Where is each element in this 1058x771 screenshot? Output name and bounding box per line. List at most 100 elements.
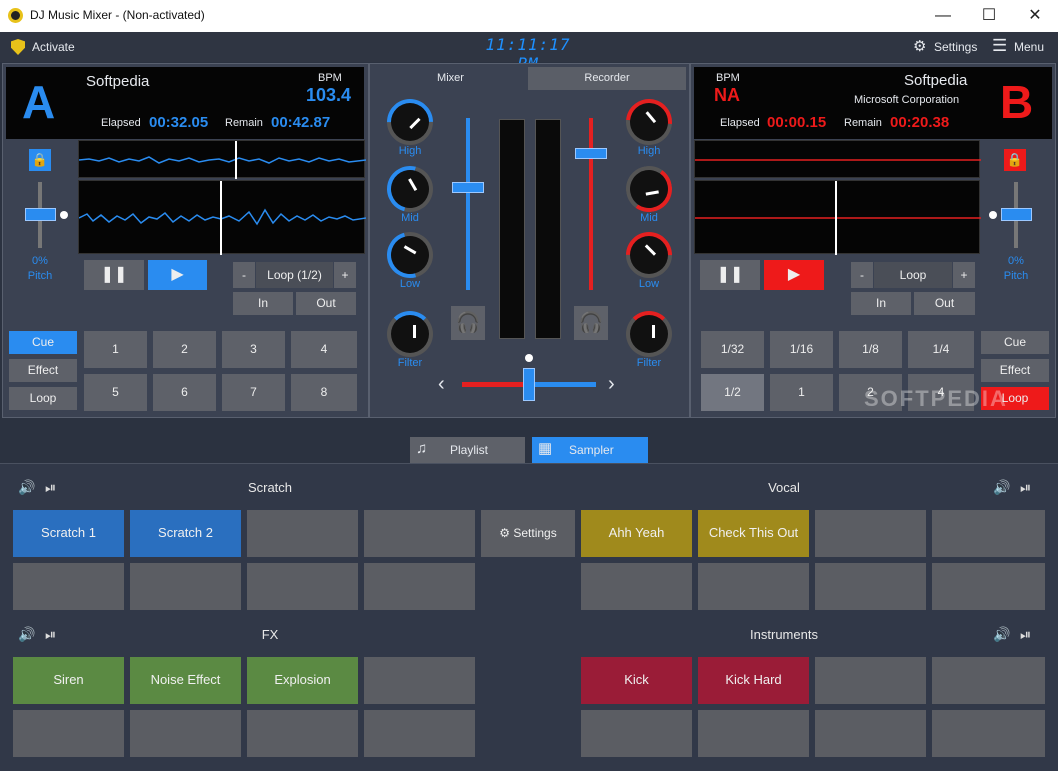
mode-cue-b[interactable]: Cue	[981, 331, 1049, 354]
vocal-pad-3[interactable]	[815, 510, 926, 557]
instrument-pad-4[interactable]	[932, 657, 1045, 704]
crossfader-handle[interactable]	[523, 368, 535, 401]
play-button-a[interactable]: ▶	[148, 260, 207, 290]
speaker-icon[interactable]: 🔊	[18, 626, 35, 643]
knob-high-b[interactable]	[616, 89, 682, 155]
speaker-icon[interactable]: 🔊	[993, 479, 1010, 496]
loop-in-a[interactable]: In	[233, 292, 293, 315]
vocal-pad-8[interactable]	[932, 563, 1045, 610]
mode-cue-a[interactable]: Cue	[9, 331, 77, 354]
loop-out-a[interactable]: Out	[296, 292, 356, 315]
maximize-button[interactable]: ☐	[966, 0, 1012, 32]
loop-minus-a[interactable]: -	[233, 262, 255, 288]
deck-b-overview-waveform[interactable]	[694, 140, 981, 178]
pitch-slider-a[interactable]	[25, 208, 56, 221]
knob-filter-b[interactable]	[626, 311, 672, 357]
scratch-pad-2[interactable]: Scratch 2	[130, 510, 241, 557]
loop-minus-b[interactable]: -	[851, 262, 873, 288]
pitch-slider-b[interactable]	[1001, 208, 1032, 221]
mode-effect-b[interactable]: Effect	[981, 359, 1049, 382]
instrument-pad-8[interactable]	[932, 710, 1045, 757]
fx-pad-1[interactable]: Siren	[13, 657, 124, 704]
vocal-pad-5[interactable]	[581, 563, 692, 610]
scratch-pad-1[interactable]: Scratch 1	[13, 510, 124, 557]
play-pause-icon[interactable]: ⏯	[45, 479, 56, 496]
vocal-pad-7[interactable]	[815, 563, 926, 610]
loop-plus-a[interactable]: +	[334, 262, 356, 288]
pause-button-b[interactable]: ❚❚	[700, 260, 760, 290]
mode-loop-a[interactable]: Loop	[9, 387, 77, 410]
knob-mid-b[interactable]	[622, 162, 676, 216]
instrument-pad-2[interactable]: Kick Hard	[698, 657, 809, 704]
knob-high-a[interactable]	[377, 89, 443, 155]
fx-pad-2[interactable]: Noise Effect	[130, 657, 241, 704]
tab-recorder[interactable]: Recorder	[528, 67, 686, 90]
scratch-pad-6[interactable]	[130, 563, 241, 610]
mode-effect-a[interactable]: Effect	[9, 359, 77, 382]
lock-icon-b[interactable]: 🔒	[1004, 149, 1026, 171]
hotcue-a-4[interactable]: 4	[291, 331, 357, 368]
scratch-pad-7[interactable]	[247, 563, 358, 610]
minimize-button[interactable]: —	[920, 0, 966, 32]
vocal-pad-2[interactable]: Check This Out	[698, 510, 809, 557]
knob-low-b[interactable]	[616, 222, 682, 288]
hotcue-a-8[interactable]: 8	[291, 374, 357, 411]
deck-b-main-waveform[interactable]	[694, 180, 981, 255]
hotcue-a-1[interactable]: 1	[84, 331, 147, 368]
play-pause-icon[interactable]: ⏯	[45, 626, 56, 643]
knob-mid-a[interactable]	[378, 157, 442, 221]
loop-out-b[interactable]: Out	[914, 292, 975, 315]
hotcue-a-3[interactable]: 3	[222, 331, 285, 368]
tab-playlist[interactable]: ♫ Playlist	[410, 437, 525, 463]
lock-icon[interactable]: 🔒	[29, 149, 51, 171]
loop-pad-b-1[interactable]: 1/32	[701, 331, 764, 368]
instrument-pad-5[interactable]	[581, 710, 692, 757]
loop-in-b[interactable]: In	[851, 292, 911, 315]
knob-low-a[interactable]	[378, 223, 442, 287]
chevron-left-icon[interactable]: ‹	[438, 373, 445, 396]
tab-sampler[interactable]: ▦ Sampler	[532, 437, 648, 463]
play-pause-icon[interactable]: ⏯	[1020, 626, 1031, 643]
hotcue-a-2[interactable]: 2	[153, 331, 216, 368]
headphones-b-icon[interactable]: 🎧	[574, 306, 608, 340]
loop-label-b[interactable]: Loop	[874, 262, 952, 288]
close-button[interactable]: ✕	[1012, 0, 1058, 32]
fx-pad-3[interactable]: Explosion	[247, 657, 358, 704]
vocal-pad-1[interactable]: Ahh Yeah	[581, 510, 692, 557]
instrument-pad-6[interactable]	[698, 710, 809, 757]
sampler-settings-button[interactable]: ⚙ Settings	[481, 510, 575, 557]
instrument-pad-1[interactable]: Kick	[581, 657, 692, 704]
fx-pad-4[interactable]	[364, 657, 475, 704]
headphones-a-icon[interactable]: 🎧	[451, 306, 485, 340]
scratch-pad-8[interactable]	[364, 563, 475, 610]
volume-fader-a[interactable]	[452, 182, 484, 193]
play-pause-icon[interactable]: ⏯	[1020, 479, 1031, 496]
volume-fader-b[interactable]	[575, 148, 607, 159]
scratch-pad-3[interactable]	[247, 510, 358, 557]
deck-a-main-waveform[interactable]	[78, 180, 366, 255]
loop-plus-b[interactable]: +	[953, 262, 975, 288]
settings-button[interactable]: ⚙ Settings	[913, 38, 979, 56]
chevron-right-icon[interactable]: ›	[608, 373, 615, 396]
hotcue-a-6[interactable]: 6	[153, 374, 216, 411]
speaker-icon[interactable]: 🔊	[18, 479, 35, 496]
scratch-pad-4[interactable]	[364, 510, 475, 557]
instrument-pad-7[interactable]	[815, 710, 926, 757]
fx-pad-6[interactable]	[130, 710, 241, 757]
instrument-pad-3[interactable]	[815, 657, 926, 704]
speaker-icon[interactable]: 🔊	[993, 626, 1010, 643]
tab-mixer[interactable]: Mixer	[373, 67, 528, 90]
loop-pad-b-5[interactable]: 1/2	[701, 374, 764, 411]
loop-pad-b-2[interactable]: 1/16	[770, 331, 833, 368]
play-button-b[interactable]: ▶	[764, 260, 824, 290]
loop-label-a[interactable]: Loop (1/2)	[256, 262, 333, 288]
hotcue-a-7[interactable]: 7	[222, 374, 285, 411]
deck-a-overview-waveform[interactable]	[78, 140, 366, 179]
scratch-pad-5[interactable]	[13, 563, 124, 610]
vocal-pad-4[interactable]	[932, 510, 1045, 557]
pause-button-a[interactable]: ❚❚	[84, 260, 144, 290]
loop-pad-b-4[interactable]: 1/4	[908, 331, 974, 368]
hotcue-a-5[interactable]: 5	[84, 374, 147, 411]
menu-button[interactable]: ☰ Menu	[992, 36, 1052, 56]
loop-pad-b-3[interactable]: 1/8	[839, 331, 902, 368]
